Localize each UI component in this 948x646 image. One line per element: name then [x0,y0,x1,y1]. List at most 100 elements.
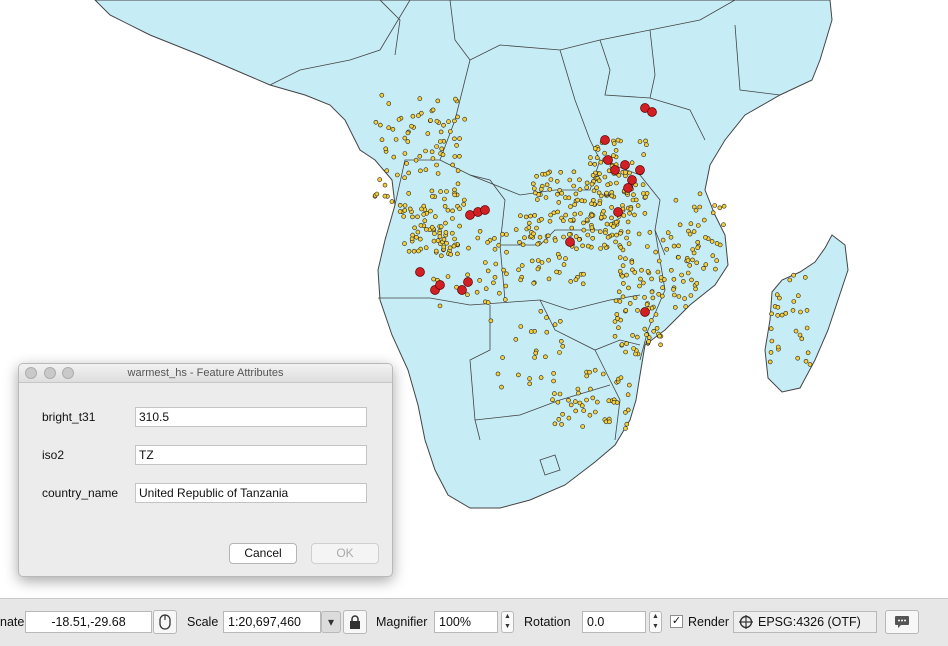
iso2-input[interactable]: TZ [135,445,367,465]
hotspot-point [429,188,435,194]
hotspot-point [465,292,470,298]
minimize-window-icon[interactable] [44,367,56,379]
hotspot-point [379,92,385,98]
render-checkbox[interactable]: ✓ [670,615,683,628]
magnifier-input[interactable]: 100% [434,611,498,633]
hotspot-point [588,155,593,160]
hotspot-point [554,269,559,275]
crs-button[interactable]: EPSG:4326 (OTF) [733,611,877,633]
hotspot-point [624,272,629,278]
hotspot-point [710,210,716,216]
hotspot-point [804,325,810,331]
hotspot-point [710,253,716,258]
hotspot-point [485,300,491,305]
hotspot-point [538,375,544,380]
hotspot-point [712,203,718,208]
hotspot-point [650,295,656,301]
hotspot-point [620,273,625,279]
hotspot-point [428,208,433,214]
hotspot-point [693,208,699,213]
hotspot-point [581,408,587,413]
hotspot-point [421,212,427,217]
hotspot-point [611,141,617,146]
hotspot-point [438,224,444,229]
hotspot-point [606,398,612,404]
warmest-hotspot-point [565,237,575,247]
hotspot-point [461,197,467,203]
hotspot-point [523,214,529,220]
hotspot-point [377,177,383,182]
messages-icon[interactable] [885,610,919,634]
chevron-down-icon[interactable]: ▾ [321,611,341,633]
hotspot-point [775,313,781,318]
warmest-hotspot-point [647,107,657,117]
hotspot-point [409,123,414,129]
lock-icon[interactable] [343,610,367,634]
rotation-input[interactable]: 0.0 [582,611,646,633]
hotspot-point [579,198,585,203]
ok-button[interactable]: OK [311,543,379,564]
hotspot-point [373,120,379,125]
hotspot-point [660,237,666,243]
hotspot-point [518,213,523,218]
hotspot-point [596,178,602,184]
hotspot-point [560,218,566,223]
rotation-stepper[interactable]: ▲ ▼ [649,611,662,633]
cancel-button[interactable]: Cancel [229,543,297,564]
hotspot-point [477,278,482,283]
hotspot-point [668,235,674,240]
hotspot-point [623,349,628,355]
hotspot-point [665,230,671,235]
zoom-window-icon[interactable] [62,367,74,379]
dialog-titlebar: warmest_hs - Feature Attributes [19,364,392,383]
hotspot-point [423,167,429,172]
hotspot-point [618,245,624,250]
hotspot-point [534,225,539,231]
country-name-input[interactable]: United Republic of Tanzania [135,483,367,503]
hotspot-point [416,113,421,118]
hotspot-point [425,131,431,136]
hotspot-point [417,154,423,159]
hotspot-point [437,303,443,309]
hotspot-point [664,247,670,252]
hotspot-point [798,309,803,315]
hotspot-point [625,219,631,225]
hotspot-point [552,391,557,396]
hotspot-point [500,231,505,237]
warmest-hotspot-point [620,160,630,170]
hotspot-point [688,221,694,226]
globe-icon [739,615,753,632]
hotspot-point [626,382,632,388]
close-window-icon[interactable] [25,367,37,379]
hotspot-point [598,159,604,165]
coordinate-input[interactable]: -18.51,-29.68 [25,611,152,633]
scale-input[interactable]: 1:20,697,460 [223,611,321,633]
hotspot-point [482,260,488,265]
hotspot-point [535,258,541,263]
hotspot-point [450,216,455,221]
hotspot-point [623,256,628,262]
hotspot-point [439,146,445,152]
hotspot-point [645,269,651,274]
hotspot-point [673,197,679,203]
hotspot-point [411,248,417,254]
hotspot-point [611,399,617,405]
hotspot-point [428,118,433,123]
magnifier-stepper[interactable]: ▲ ▼ [501,611,514,633]
hotspot-point [455,168,461,173]
status-bar: nate -18.51,-29.68 Scale 1:20,697,460 ▾ … [0,598,948,646]
hotspot-point [513,227,519,232]
hotspot-point [577,187,583,192]
hotspot-point [775,344,781,350]
hotspot-point [566,415,572,421]
mouse-icon[interactable] [153,610,177,634]
hotspot-point [402,135,408,141]
hotspot-point [567,177,573,183]
bright-t31-input[interactable]: 310.5 [135,407,367,427]
hotspot-point [640,280,646,286]
hotspot-point [544,315,549,320]
hotspot-point [493,261,499,267]
hotspot-point [623,170,628,175]
hotspot-point [804,308,810,313]
hotspot-point [557,391,563,397]
